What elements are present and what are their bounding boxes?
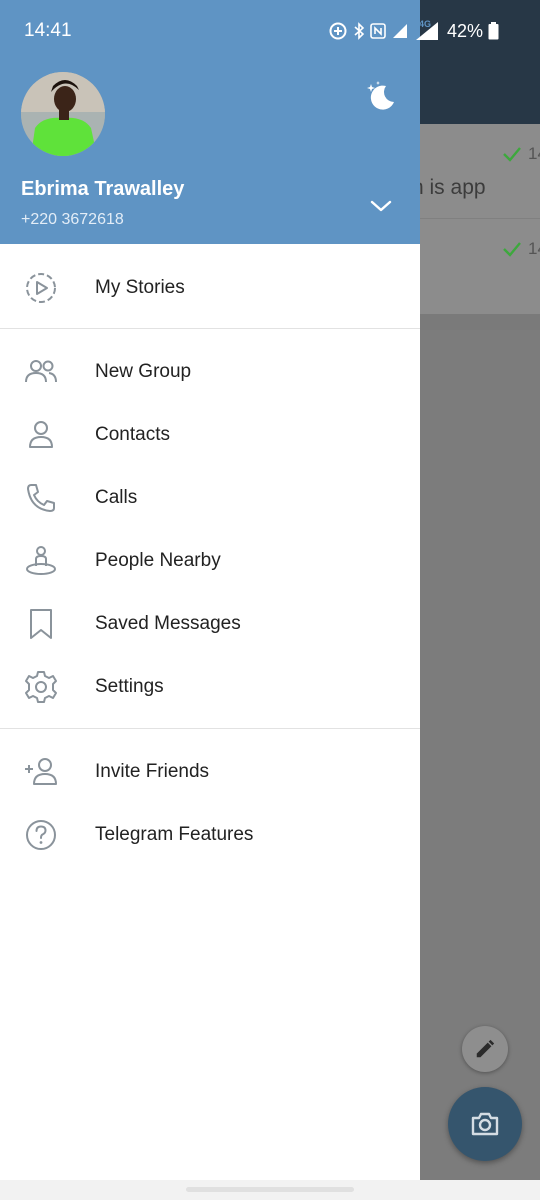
navigation-drawer: Ebrima Trawalley +220 3672618 My Stories… bbox=[0, 0, 420, 1180]
status-icons: 4G 42% bbox=[328, 17, 499, 45]
camera-icon bbox=[471, 1112, 499, 1136]
read-check-icon bbox=[503, 242, 521, 257]
menu-item-contacts[interactable]: Contacts bbox=[0, 403, 420, 466]
bookmark-icon bbox=[30, 609, 52, 639]
menu-item-label: Settings bbox=[95, 676, 164, 697]
chat-time: 14 bbox=[528, 144, 540, 163]
chevron-down-icon[interactable] bbox=[368, 196, 394, 216]
menu-item-calls[interactable]: Calls bbox=[0, 466, 420, 529]
stories-icon bbox=[26, 273, 56, 303]
network-type-label: 4G bbox=[419, 19, 432, 29]
menu-item-my-stories[interactable]: My Stories bbox=[0, 256, 420, 319]
phone-icon bbox=[27, 484, 55, 512]
invite-friends-icon bbox=[25, 758, 57, 785]
compose-button[interactable] bbox=[462, 1026, 508, 1072]
menu-item-saved-messages[interactable]: Saved Messages bbox=[0, 592, 420, 655]
status-bar: 14:41 4G 42% bbox=[0, 0, 540, 60]
menu-item-people-nearby[interactable]: People Nearby bbox=[0, 529, 420, 592]
signal-4g-icon: 4G bbox=[414, 19, 440, 41]
menu-item-label: Saved Messages bbox=[95, 613, 241, 634]
status-time: 14:41 bbox=[24, 20, 72, 41]
menu-item-new-group[interactable]: New Group bbox=[0, 340, 420, 403]
data-saver-icon bbox=[329, 22, 347, 40]
camera-button[interactable] bbox=[448, 1087, 522, 1161]
menu-item-label: Telegram Features bbox=[95, 824, 254, 845]
new-group-icon bbox=[25, 360, 57, 383]
menu-divider bbox=[0, 728, 420, 729]
user-phone: +220 3672618 bbox=[21, 211, 124, 228]
nfc-icon bbox=[370, 23, 386, 39]
battery-icon bbox=[488, 22, 499, 40]
question-icon bbox=[26, 820, 56, 850]
read-check-icon bbox=[503, 147, 521, 162]
chat-preview: n is app bbox=[412, 176, 486, 199]
menu-item-label: Invite Friends bbox=[95, 761, 210, 782]
user-name: Ebrima Trawalley bbox=[21, 178, 185, 200]
gear-icon bbox=[25, 671, 57, 703]
night-mode-icon[interactable] bbox=[362, 78, 398, 114]
menu-item-label: Calls bbox=[95, 487, 138, 508]
menu-item-label: Contacts bbox=[95, 424, 170, 445]
menu-divider bbox=[0, 328, 420, 329]
menu-item-settings[interactable]: Settings bbox=[0, 655, 420, 718]
people-nearby-icon bbox=[26, 546, 56, 575]
signal-icon bbox=[393, 24, 407, 38]
avatar[interactable] bbox=[21, 72, 105, 156]
chat-time: 14 bbox=[528, 239, 540, 258]
contacts-icon bbox=[29, 421, 53, 448]
menu-item-invite-friends[interactable]: Invite Friends bbox=[0, 740, 420, 803]
menu-item-label: My Stories bbox=[95, 277, 185, 298]
profile-photo bbox=[21, 72, 105, 156]
bluetooth-icon bbox=[354, 22, 365, 40]
pencil-icon bbox=[476, 1039, 495, 1058]
menu-item-telegram-features[interactable]: Telegram Features bbox=[0, 803, 420, 866]
battery-percent: 42% bbox=[447, 20, 484, 41]
home-gesture-pill[interactable] bbox=[186, 1187, 354, 1192]
menu-item-label: People Nearby bbox=[95, 550, 221, 571]
menu-item-label: New Group bbox=[95, 361, 192, 382]
